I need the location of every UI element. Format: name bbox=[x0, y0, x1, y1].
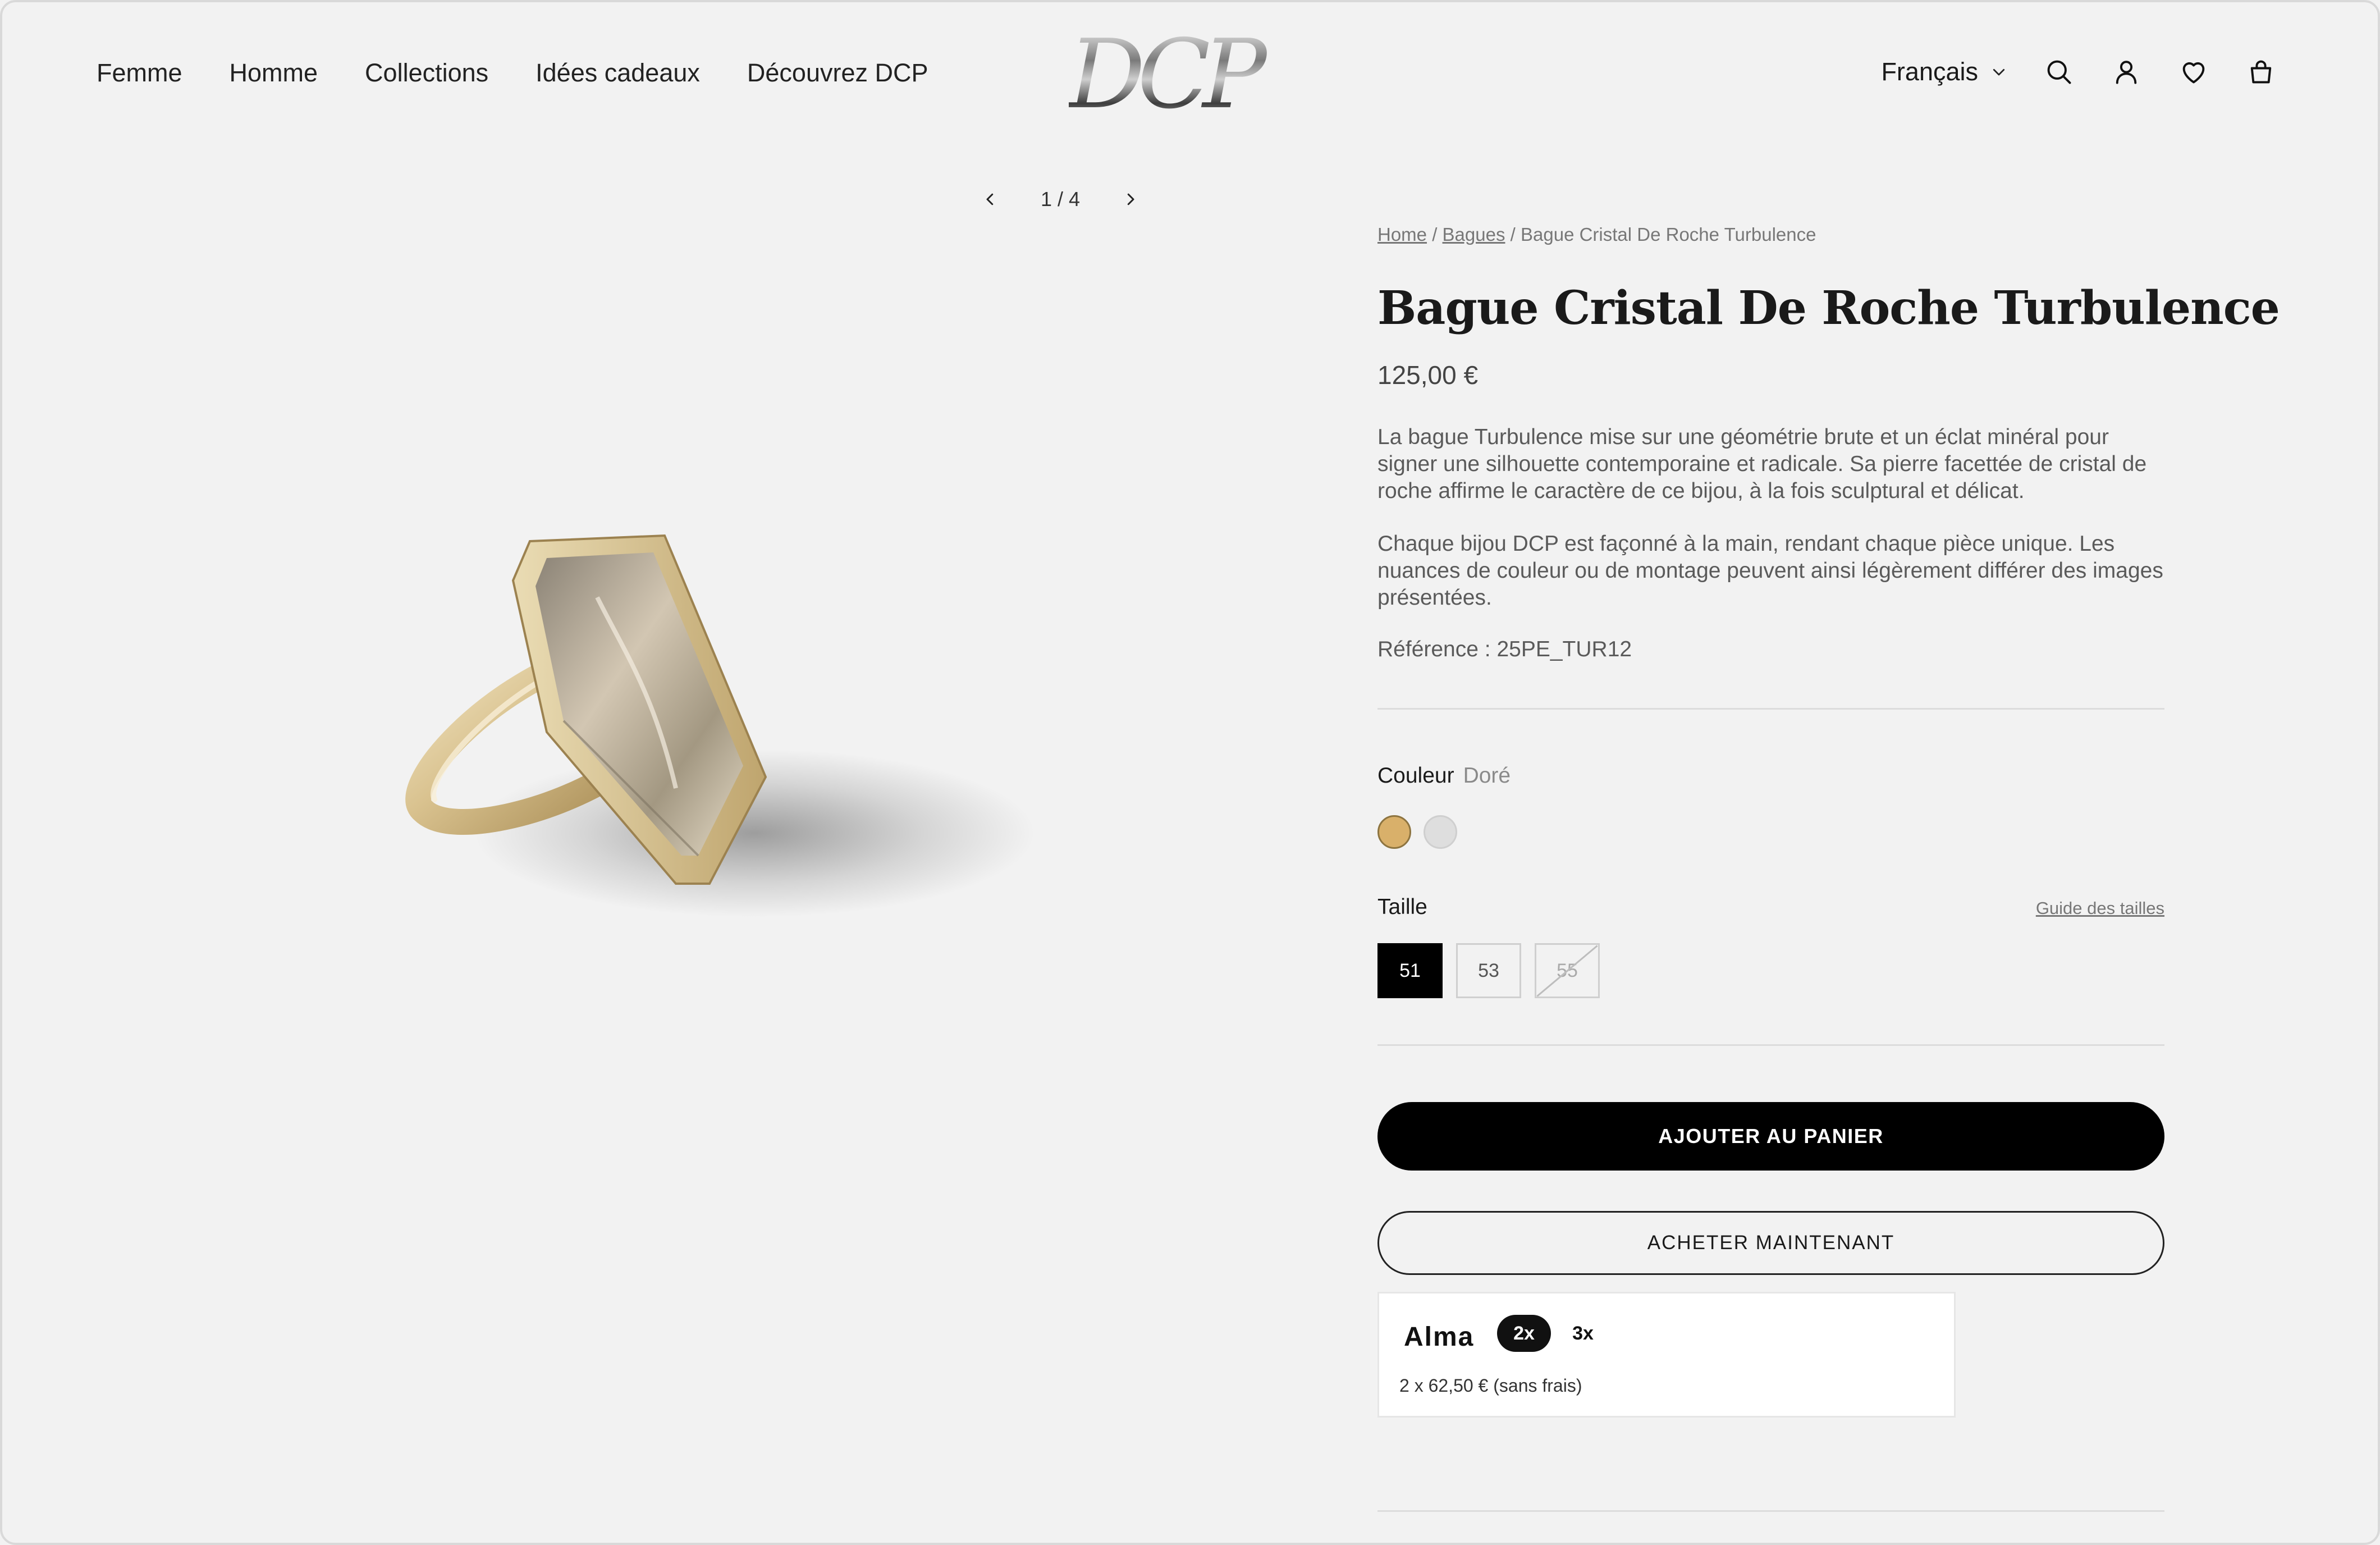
product-description: La bague Turbulence mise sur une géométr… bbox=[1377, 425, 2147, 503]
add-to-cart-button[interactable]: AJOUTER AU PANIER bbox=[1377, 1102, 2164, 1171]
nav-idees-cadeaux[interactable]: Idées cadeaux bbox=[536, 58, 700, 88]
ring-image bbox=[405, 534, 1035, 917]
color-selected-value: Doré bbox=[1463, 764, 1511, 788]
swatch-argente[interactable] bbox=[1424, 815, 1457, 849]
product-reference: Référence : 25PE_TUR12 bbox=[1377, 637, 1632, 661]
chevron-right-icon[interactable] bbox=[1119, 188, 1142, 211]
chevron-down-icon bbox=[1993, 68, 2005, 76]
heart-icon[interactable] bbox=[2178, 56, 2209, 88]
size-option-53[interactable]: 53 bbox=[1456, 943, 1521, 998]
swatch-dore[interactable] bbox=[1377, 815, 1411, 849]
breadcrumb: Home / Bagues / Bague Cristal De Roche T… bbox=[1377, 224, 2164, 245]
bag-icon[interactable] bbox=[2245, 56, 2277, 88]
product-handmade-note: Chaque bijou DCP est façonné à la main, … bbox=[1377, 532, 2163, 610]
breadcrumb-bagues[interactable]: Bagues bbox=[1443, 224, 1505, 245]
main-nav: Femme Homme Collections Idées cadeaux Dé… bbox=[97, 58, 928, 88]
breadcrumb-separator: / bbox=[1510, 224, 1516, 245]
size-guide-link[interactable]: Guide des tailles bbox=[2036, 898, 2164, 918]
nav-collections[interactable]: Collections bbox=[365, 58, 488, 88]
color-label: Couleur bbox=[1377, 764, 1454, 788]
alma-option-3x[interactable]: 3x bbox=[1563, 1315, 1603, 1352]
breadcrumb-current: Bague Cristal De Roche Turbulence bbox=[1521, 224, 1816, 245]
brand-logo-text: DCP bbox=[1069, 27, 1310, 122]
product-title: Bague Cristal De Roche Turbulence bbox=[1377, 281, 2280, 335]
header-actions: Français bbox=[1881, 56, 2277, 88]
gallery-counter: 1 / 4 bbox=[1041, 188, 1081, 211]
breadcrumb-separator: / bbox=[1432, 224, 1438, 245]
page: Femme Homme Collections Idées cadeaux Dé… bbox=[0, 0, 2380, 1545]
product-image[interactable] bbox=[361, 496, 1046, 957]
divider bbox=[1377, 1510, 2164, 1512]
alma-payment-widget: Alma 2x 3x 2 x 62,50 € (sans frais) bbox=[1377, 1292, 1956, 1418]
product-panel: Home / Bagues / Bague Cristal De Roche T… bbox=[1377, 224, 2280, 1418]
nav-femme[interactable]: Femme bbox=[97, 58, 182, 88]
size-option-55[interactable]: 55 bbox=[1535, 943, 1600, 998]
size-options: 51 53 55 bbox=[1377, 943, 2164, 998]
size-option-51[interactable]: 51 bbox=[1377, 943, 1443, 998]
breadcrumb-home[interactable]: Home bbox=[1377, 224, 1427, 245]
size-label: Taille bbox=[1377, 895, 1427, 919]
size-heading: Taille Guide des tailles bbox=[1377, 895, 2164, 920]
alma-option-2x[interactable]: 2x bbox=[1497, 1315, 1551, 1352]
divider bbox=[1377, 708, 2164, 710]
nav-decouvrez-dcp[interactable]: Découvrez DCP bbox=[747, 58, 928, 88]
language-selector[interactable]: Français bbox=[1881, 57, 2007, 86]
alma-logo: Alma bbox=[1404, 1322, 1475, 1352]
color-heading: Couleur Doré bbox=[1377, 764, 2164, 788]
product-price: 125,00 € bbox=[1377, 360, 1479, 390]
color-swatches bbox=[1377, 815, 2164, 849]
account-icon[interactable] bbox=[2111, 56, 2142, 88]
divider bbox=[1377, 1044, 2164, 1046]
nav-homme[interactable]: Homme bbox=[230, 58, 318, 88]
search-icon[interactable] bbox=[2043, 56, 2075, 88]
buy-now-button[interactable]: ACHETER MAINTENANT bbox=[1377, 1211, 2164, 1275]
alma-installment-detail: 2 x 62,50 € (sans frais) bbox=[1399, 1375, 1582, 1396]
language-label: Français bbox=[1881, 57, 1978, 86]
brand-logo[interactable]: DCP bbox=[1069, 27, 1310, 122]
chevron-left-icon[interactable] bbox=[979, 188, 1001, 211]
gallery-pager: 1 / 4 bbox=[979, 188, 1142, 211]
